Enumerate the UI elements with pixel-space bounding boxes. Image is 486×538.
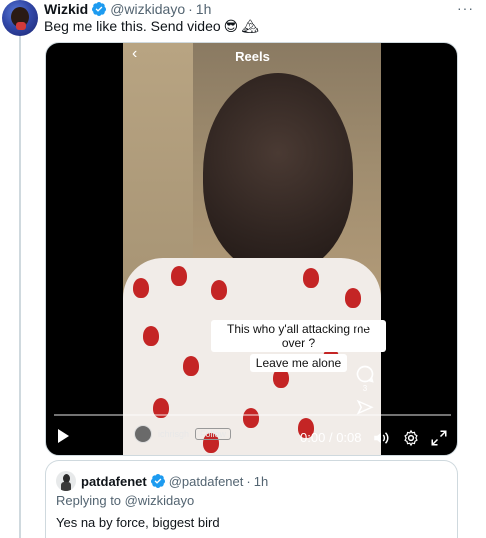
timecode: 0:00 / 0:08 — [300, 430, 362, 445]
author-name[interactable]: Wizkid — [44, 1, 88, 17]
quote-header: patdafenet @patdafenet · 1h — [56, 471, 268, 491]
video-player[interactable]: ‹ Reels This who y'all attacking me over… — [45, 42, 458, 456]
more-icon[interactable]: ··· — [457, 0, 474, 16]
fullscreen-icon[interactable] — [430, 429, 448, 447]
tweet-time[interactable]: 1h — [196, 1, 212, 17]
reels-title: Reels — [235, 49, 270, 64]
video-progress-bar[interactable] — [54, 414, 451, 416]
author-avatar[interactable] — [2, 0, 38, 36]
quote-text: Yes na by force, biggest bird — [56, 515, 220, 530]
person-head — [203, 73, 353, 273]
quoted-tweet[interactable]: patdafenet @patdafenet · 1h Replying to … — [45, 460, 458, 538]
likes-label: Likes — [355, 341, 375, 350]
settings-icon[interactable] — [402, 429, 420, 447]
separator: · — [188, 1, 193, 17]
video-frame — [123, 43, 381, 455]
time-total: 0:08 — [336, 430, 362, 445]
tweet-text: Beg me like this. Send video 😎 🏔 — [44, 18, 259, 34]
time-separator: / — [328, 430, 333, 445]
quote-author-name[interactable]: patdafenet — [81, 474, 147, 489]
tweet-body: Beg me like this. Send video — [44, 18, 221, 34]
quote-time[interactable]: 1h — [254, 474, 268, 489]
thread-line — [19, 36, 21, 538]
sunglasses-emoji: 😎 — [223, 18, 239, 34]
quote-author-handle[interactable]: @patdafenet — [169, 474, 244, 489]
time-current: 0:00 — [300, 430, 326, 445]
comment-icon[interactable] — [355, 364, 375, 384]
verified-badge-icon — [92, 2, 107, 16]
verified-badge-icon — [150, 474, 165, 488]
mountain-emoji: 🏔 — [241, 18, 260, 34]
video-controls: 0:00 / 0:08 — [46, 423, 457, 453]
heart-icon[interactable] — [355, 323, 375, 341]
tweet: Wizkid @wizkidayo · 1h ··· Beg me like t… — [0, 0, 486, 538]
tweet-header: Wizkid @wizkidayo · 1h — [44, 0, 211, 18]
volume-icon[interactable] — [372, 429, 390, 447]
replying-to: Replying to @wizkidayo — [56, 493, 194, 508]
caption-line-2: Leave me alone — [249, 354, 348, 372]
reel-side-actions: Likes 3 — [348, 323, 382, 417]
quote-avatar[interactable] — [56, 471, 76, 491]
author-handle[interactable]: @wizkidayo — [110, 1, 185, 17]
replying-prefix: Replying to — [56, 493, 122, 508]
comments-count: 3 — [362, 384, 368, 393]
replying-mention[interactable]: @wizkidayo — [125, 493, 195, 508]
play-icon[interactable] — [58, 429, 69, 443]
separator: · — [246, 473, 251, 489]
